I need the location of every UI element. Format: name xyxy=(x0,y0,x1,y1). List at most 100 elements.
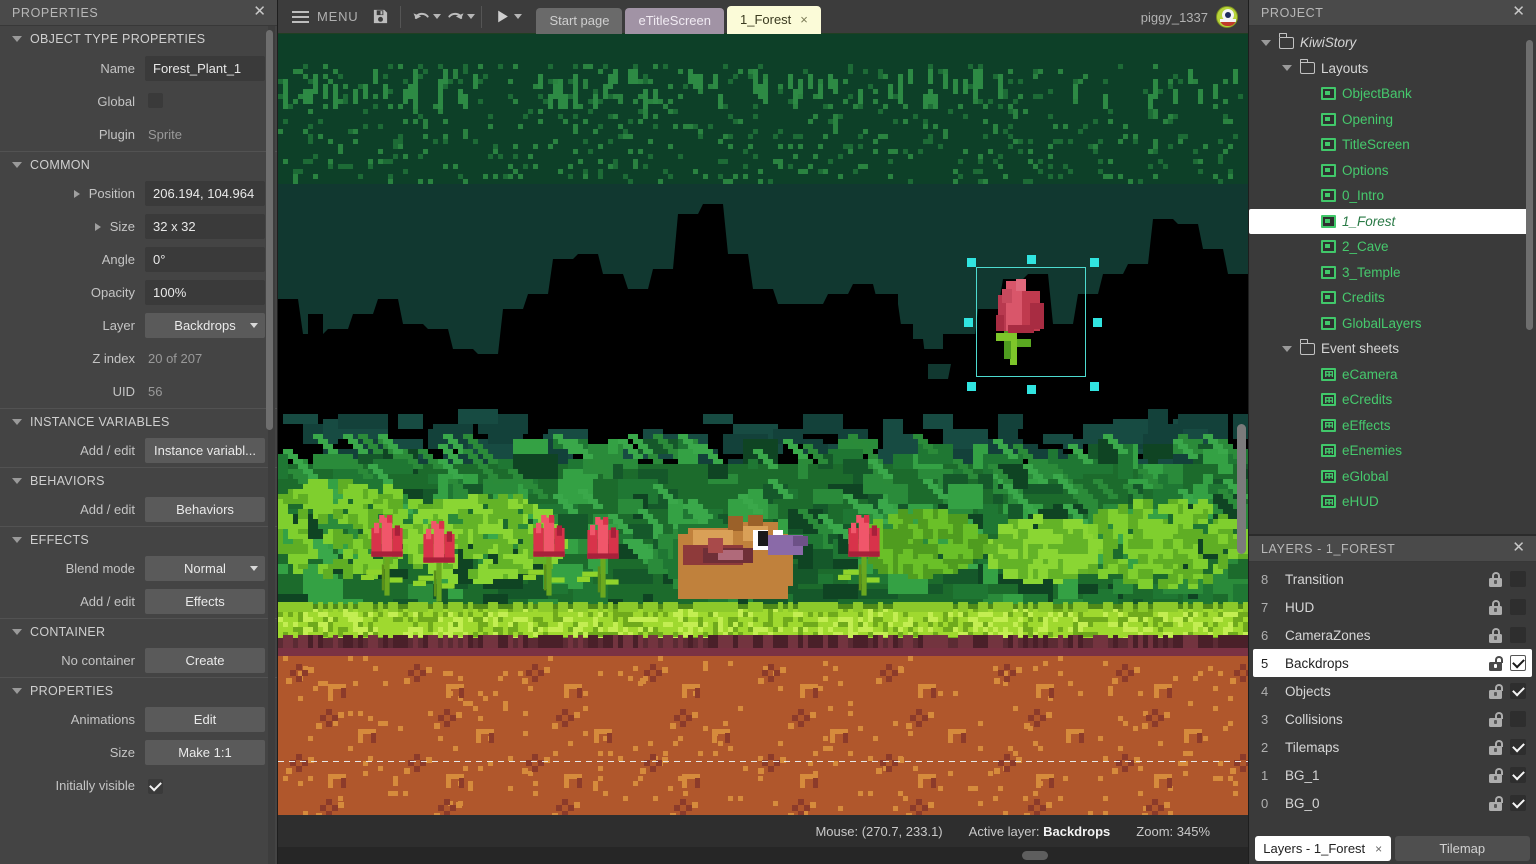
layer-row[interactable]: 6 CameraZones xyxy=(1249,621,1536,649)
layer-row[interactable]: 4 Objects xyxy=(1249,677,1536,705)
dock-tab[interactable]: Tilemap xyxy=(1394,836,1530,861)
close-icon[interactable]: ✕ xyxy=(1510,3,1528,22)
property-button[interactable]: Instance variabl... xyxy=(145,438,265,463)
project-tree-item-credits[interactable]: Credits xyxy=(1249,285,1536,311)
project-tree-item-event-sheets[interactable]: Event sheets xyxy=(1249,336,1536,362)
property-text-field[interactable]: 0° xyxy=(145,247,265,272)
close-icon[interactable]: ✕ xyxy=(251,3,269,22)
menu-button[interactable]: MENU xyxy=(284,3,366,31)
property-button[interactable]: Behaviors xyxy=(145,497,265,522)
project-tree-item-ecamera[interactable]: eCamera xyxy=(1249,362,1536,388)
dock-tab[interactable]: Layers - 1_Forest × xyxy=(1255,836,1391,861)
lock-closed-icon[interactable] xyxy=(1489,599,1502,615)
project-tree-item-eenemies[interactable]: eEnemies xyxy=(1249,438,1536,464)
lock-open-icon[interactable] xyxy=(1489,739,1503,755)
layer-visibility-checkbox[interactable] xyxy=(1510,655,1526,671)
layer-row[interactable]: 3 Collisions xyxy=(1249,705,1536,733)
undo-button[interactable] xyxy=(407,3,435,31)
project-tree-item-options[interactable]: Options xyxy=(1249,158,1536,184)
property-text-field[interactable]: 32 x 32 xyxy=(145,214,265,239)
properties-section-header[interactable]: CONTAINER xyxy=(0,618,277,644)
document-tab[interactable]: eTitleScreen xyxy=(625,7,724,34)
layer-row[interactable]: 2 Tilemaps xyxy=(1249,733,1536,761)
chevron-right-icon[interactable] xyxy=(94,222,101,231)
property-dropdown[interactable]: Backdrops xyxy=(145,313,265,338)
properties-section-header[interactable]: BEHAVIORS xyxy=(0,467,277,493)
chevron-down-icon[interactable] xyxy=(1280,345,1294,352)
user-avatar[interactable] xyxy=(1216,6,1238,28)
canvas-horizontal-scrollbar-thumb[interactable] xyxy=(1022,851,1048,860)
layer-visibility-checkbox[interactable] xyxy=(1510,767,1526,783)
redo-button[interactable] xyxy=(441,3,469,31)
chevron-right-icon[interactable] xyxy=(73,189,80,198)
project-tree-item-ehud[interactable]: eHUD xyxy=(1249,489,1536,515)
project-tree-item-opening[interactable]: Opening xyxy=(1249,107,1536,133)
close-icon[interactable]: × xyxy=(800,12,808,27)
property-text-field[interactable]: 206.194, 104.964 xyxy=(145,181,265,206)
property-checkbox[interactable] xyxy=(148,778,163,794)
document-tab[interactable]: Start page xyxy=(536,7,623,34)
layer-row[interactable]: 8 Transition xyxy=(1249,565,1536,593)
lock-closed-icon[interactable] xyxy=(1489,571,1502,587)
layout-canvas-area[interactable] xyxy=(278,34,1248,815)
project-tree-item-eeffects[interactable]: eEffects xyxy=(1249,413,1536,439)
layer-row[interactable]: 5 Backdrops xyxy=(1253,649,1532,677)
property-button[interactable]: Create xyxy=(145,648,265,673)
property-button[interactable]: Effects xyxy=(145,589,265,614)
project-tree-item-0-intro[interactable]: 0_Intro xyxy=(1249,183,1536,209)
project-scrollbar-thumb[interactable] xyxy=(1526,40,1533,330)
canvas-vertical-scrollbar[interactable] xyxy=(1237,424,1246,554)
project-tree-item-kiwistory[interactable]: KiwiStory xyxy=(1249,30,1536,56)
chevron-down-icon[interactable] xyxy=(1280,65,1294,72)
lock-open-icon[interactable] xyxy=(1489,711,1503,727)
properties-scroll-area[interactable]: OBJECT TYPE PROPERTIES Name Forest_Plant_1… xyxy=(0,26,277,864)
save-button[interactable] xyxy=(366,3,394,31)
property-button[interactable]: Make 1:1 xyxy=(145,740,265,765)
lock-open-icon[interactable] xyxy=(1489,795,1503,811)
project-tree-item-3-temple[interactable]: 3_Temple xyxy=(1249,260,1536,286)
properties-scrollbar-track[interactable] xyxy=(266,26,275,864)
preview-dropdown-icon[interactable] xyxy=(514,14,523,19)
properties-section-header[interactable]: EFFECTS xyxy=(0,526,277,552)
property-text-field[interactable]: Forest_Plant_1 xyxy=(145,56,265,81)
properties-scrollbar-thumb[interactable] xyxy=(266,30,273,430)
preview-button[interactable] xyxy=(488,3,516,31)
chevron-down-icon[interactable] xyxy=(1259,39,1273,46)
project-tree-item-1-forest[interactable]: 1_Forest xyxy=(1249,208,1530,234)
lock-closed-icon[interactable] xyxy=(1489,627,1502,643)
lock-open-icon[interactable] xyxy=(1489,767,1503,783)
project-tree-item-ecredits[interactable]: eCredits xyxy=(1249,387,1536,413)
layout-viewport[interactable] xyxy=(278,34,1248,815)
undo-dropdown-icon[interactable] xyxy=(433,14,442,19)
project-tree-item-layouts[interactable]: Layouts xyxy=(1249,56,1536,82)
project-tree-item-globallayers[interactable]: GlobalLayers xyxy=(1249,311,1536,337)
close-icon[interactable]: ✕ xyxy=(1510,539,1528,558)
property-button[interactable]: Edit xyxy=(145,707,265,732)
layer-visibility-checkbox[interactable] xyxy=(1510,795,1526,811)
layer-list[interactable]: 8 Transition 7 HUD 6 CameraZones 5 Backdrops 4 Ob… xyxy=(1249,562,1536,834)
redo-dropdown-icon[interactable] xyxy=(467,14,476,19)
layer-visibility-checkbox[interactable] xyxy=(1510,739,1526,755)
document-tab[interactable]: 1_Forest × xyxy=(726,5,821,34)
properties-section-header[interactable]: OBJECT TYPE PROPERTIES xyxy=(0,26,277,52)
property-text-field[interactable]: 100% xyxy=(145,280,265,305)
lock-open-icon[interactable] xyxy=(1489,683,1503,699)
property-checkbox[interactable] xyxy=(148,92,163,108)
properties-section-header[interactable]: COMMON xyxy=(0,151,277,177)
layer-row[interactable]: 1 BG_1 xyxy=(1249,761,1536,789)
canvas-horizontal-scrollbar-track[interactable] xyxy=(278,847,1248,864)
layer-visibility-checkbox[interactable] xyxy=(1510,711,1526,727)
properties-section-header[interactable]: PROPERTIES xyxy=(0,677,277,703)
layer-visibility-checkbox[interactable] xyxy=(1510,599,1526,615)
project-tree[interactable]: KiwiStory Layouts ObjectBank Opening TitleSc… xyxy=(1249,26,1536,534)
project-tree-item-titlescreen[interactable]: TitleScreen xyxy=(1249,132,1536,158)
lock-open-icon[interactable] xyxy=(1489,655,1503,671)
layer-visibility-checkbox[interactable] xyxy=(1510,683,1526,699)
layer-row[interactable]: 7 HUD xyxy=(1249,593,1536,621)
layer-row[interactable]: 0 BG_0 xyxy=(1249,789,1536,817)
close-icon[interactable]: × xyxy=(1375,842,1382,856)
layer-visibility-checkbox[interactable] xyxy=(1510,571,1526,587)
project-tree-item-eglobal[interactable]: eGlobal xyxy=(1249,464,1536,490)
properties-section-header[interactable]: INSTANCE VARIABLES xyxy=(0,408,277,434)
property-dropdown[interactable]: Normal xyxy=(145,556,265,581)
